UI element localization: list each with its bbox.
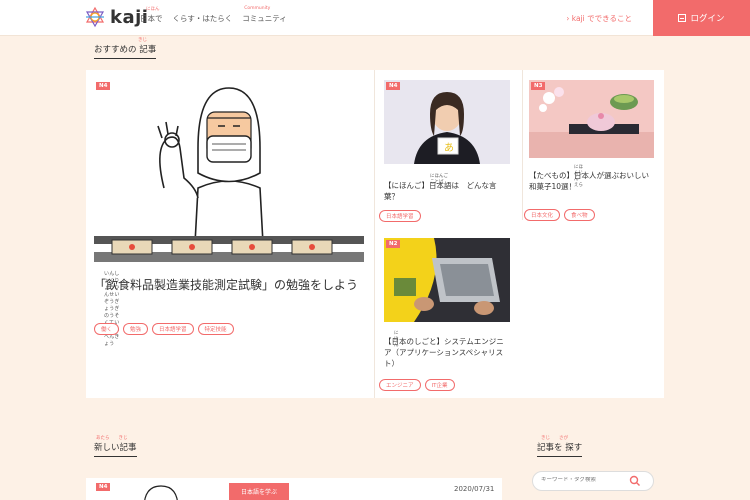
article-image-food-worker bbox=[94, 78, 364, 262]
article-image-food-worker bbox=[144, 485, 178, 500]
article-title[interactable]: 【たべもの】日本人が選ぶおいしい和菓子10選！ bbox=[529, 170, 653, 192]
section-title-text: 記事を 探す bbox=[537, 443, 583, 453]
article-title[interactable]: 【日本のしごと】システムエンジニア（アプリケーションスペシャリスト） bbox=[384, 336, 508, 369]
featured-section-title: きじ おすすめの 記事 bbox=[94, 38, 157, 59]
article-title[interactable]: 【にほんご】日本語は どんな言葉？ bbox=[384, 180, 510, 202]
panel-divider bbox=[522, 70, 523, 220]
learn-japanese-button[interactable]: 日本語を学ぶ bbox=[229, 483, 289, 500]
article-image-laptop bbox=[384, 238, 510, 322]
level-badge: N4 bbox=[96, 483, 111, 491]
tag-chip[interactable]: 日本文化 bbox=[524, 209, 561, 221]
site-logo[interactable]: kaji bbox=[84, 6, 148, 28]
main-nav: にほん 日本で くらす・はたらく Community コミュニティ bbox=[140, 6, 287, 24]
site-header: kaji にほん 日本で くらす・はたらく Community コミュニティ ›… bbox=[0, 0, 750, 36]
article-image-teacher: あ bbox=[384, 80, 510, 164]
tag-chip[interactable]: IT企業 bbox=[424, 379, 455, 391]
tag-chip[interactable]: 食べ物 bbox=[564, 209, 595, 221]
search-input[interactable] bbox=[541, 477, 633, 483]
article-image-wagashi bbox=[529, 80, 654, 158]
level-badge: N2 bbox=[386, 240, 401, 248]
logo-mark-icon bbox=[85, 6, 105, 28]
tag-list: エンジニア IT企業 bbox=[379, 379, 455, 391]
panel-divider bbox=[374, 70, 375, 398]
section-title-ruby: きじ bbox=[138, 38, 147, 43]
nav-ruby: にほん bbox=[146, 7, 160, 12]
tag-list: 働く 勉強 日本語学習 特定技能 bbox=[94, 323, 234, 335]
latest-section-title: あたら きじ 新しい記事 bbox=[94, 436, 137, 457]
login-icon bbox=[678, 14, 687, 22]
level-badge: N4 bbox=[386, 82, 401, 90]
nav-ruby: Community bbox=[244, 6, 271, 11]
section-title-ruby: きじ さが bbox=[541, 436, 568, 441]
section-title-text: おすすめの 記事 bbox=[94, 45, 157, 55]
level-badge: N4 bbox=[96, 82, 111, 90]
tag-list: 日本語学習 bbox=[379, 210, 421, 222]
section-title-text: 新しい記事 bbox=[94, 443, 137, 453]
login-label: ログイン bbox=[690, 14, 725, 24]
login-button[interactable]: ログイン bbox=[653, 0, 750, 36]
search-icon[interactable] bbox=[628, 474, 642, 488]
nav-label: くらす・はたらく bbox=[172, 14, 233, 23]
tag-chip[interactable]: エンジニア bbox=[379, 379, 421, 391]
nav-item-community[interactable]: Community コミュニティ bbox=[242, 6, 287, 24]
latest-article-card[interactable]: N4 bbox=[86, 478, 502, 500]
tag-list: 日本文化 食べ物 bbox=[524, 209, 595, 221]
about-kaji-link[interactable]: › kaji でできること bbox=[566, 13, 632, 24]
nav-item-living-working[interactable]: くらす・はたらく bbox=[173, 7, 233, 24]
nav-item-japan[interactable]: にほん 日本で bbox=[140, 7, 163, 24]
tag-chip[interactable]: 勉強 bbox=[123, 323, 149, 335]
article-title[interactable]: 「飲食料品製造業技能測定試験」の勉強をしよう bbox=[94, 277, 366, 294]
tag-chip[interactable]: 働く bbox=[94, 323, 120, 335]
section-title-ruby: あたら きじ bbox=[96, 436, 128, 441]
svg-text:あ: あ bbox=[444, 142, 454, 154]
tag-chip[interactable]: 特定技能 bbox=[197, 323, 234, 335]
tag-chip[interactable]: 日本語学習 bbox=[152, 323, 194, 335]
level-badge: N3 bbox=[531, 82, 546, 90]
article-date: 2020/07/31 bbox=[454, 485, 495, 493]
nav-label: 日本で bbox=[140, 14, 163, 23]
search-section-title: きじ さが 記事を 探す bbox=[537, 436, 583, 457]
nav-label: コミュニティ bbox=[242, 14, 287, 23]
tag-chip[interactable]: 日本語学習 bbox=[379, 210, 421, 222]
